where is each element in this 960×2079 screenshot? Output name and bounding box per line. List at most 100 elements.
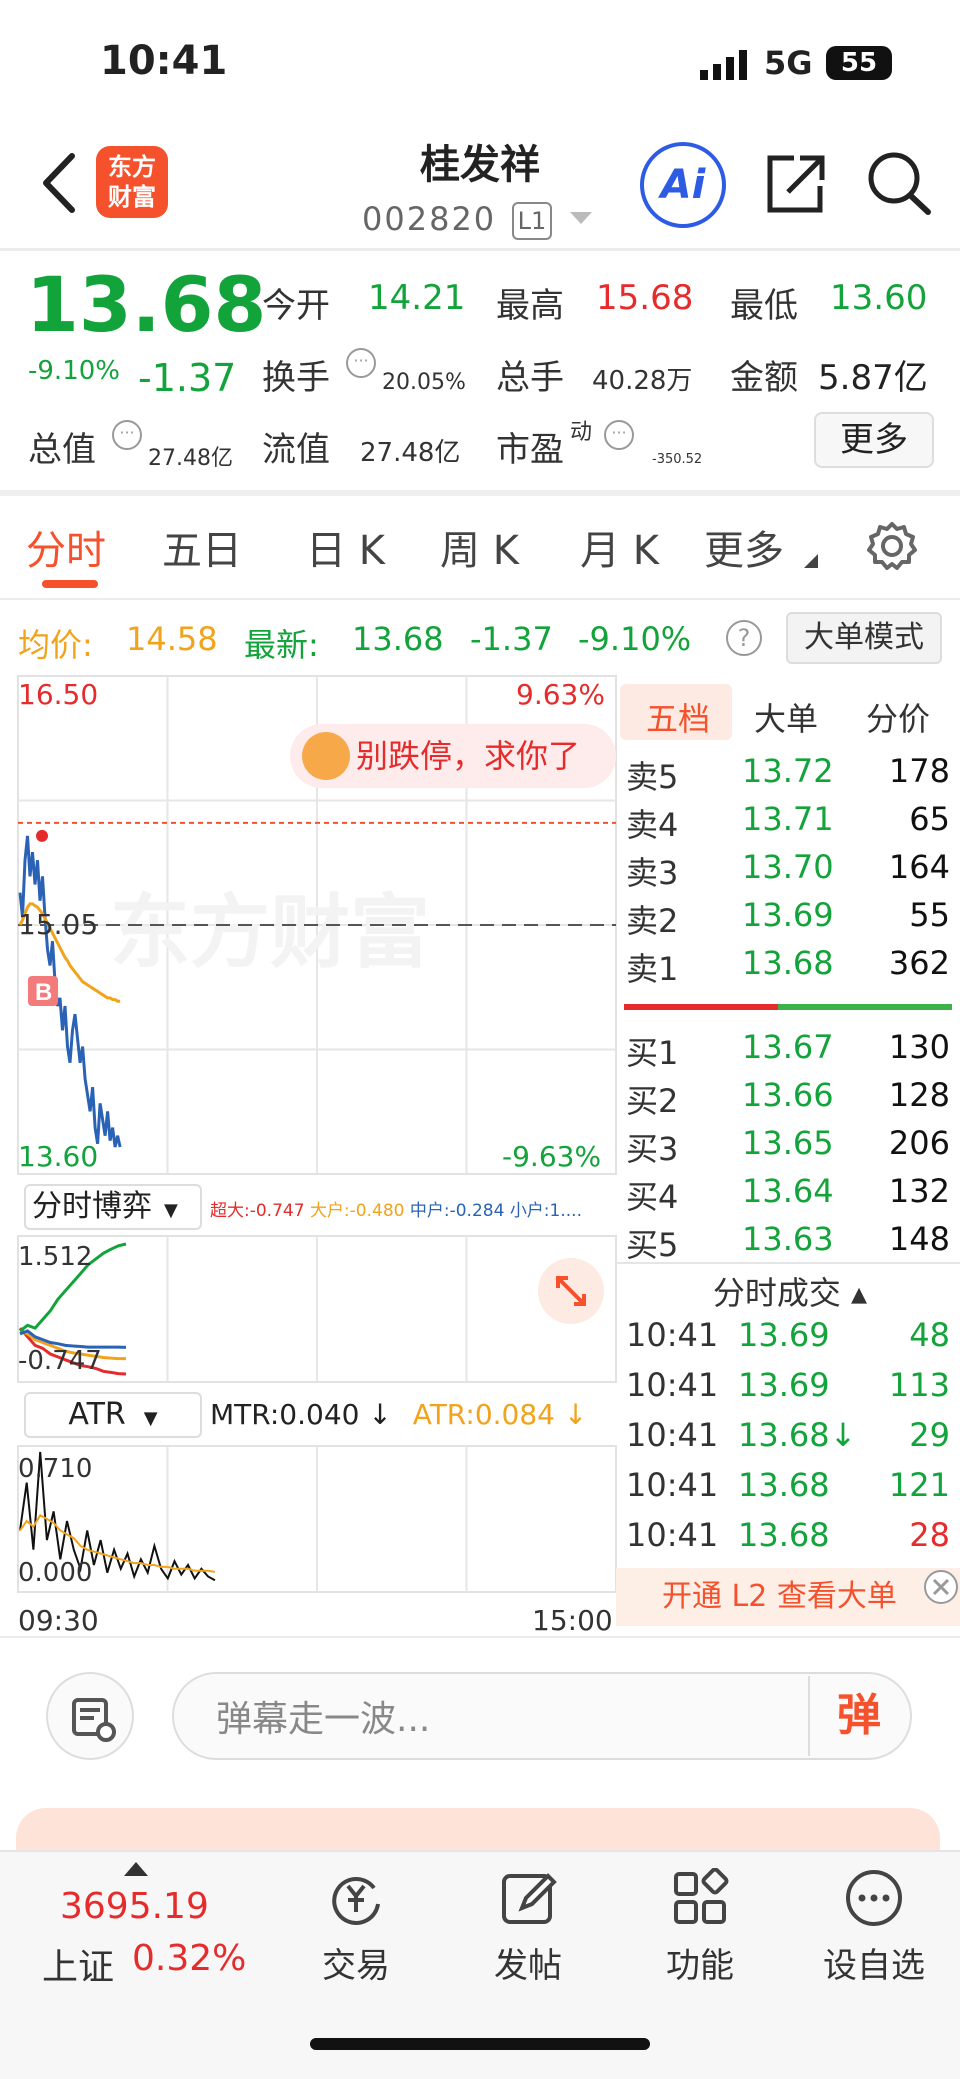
tab-big-orders[interactable]: 大单 bbox=[754, 694, 818, 740]
ask-volume: 65 bbox=[909, 800, 950, 838]
nav-apps[interactable]: 功能 bbox=[640, 1867, 760, 1987]
bid-row[interactable]: 买3 13.65 206 bbox=[624, 1124, 954, 1172]
tick-row: 10:41 13.68↓ 29 bbox=[624, 1416, 954, 1466]
tab-five-levels[interactable]: 五档 bbox=[646, 694, 710, 740]
ask-price: 13.69 bbox=[742, 896, 834, 934]
bid-label: 买2 bbox=[626, 1082, 679, 1120]
tick-time: 10:41 bbox=[626, 1416, 719, 1454]
atr-dropdown[interactable]: ATR ▼ bbox=[24, 1392, 202, 1438]
share-icon[interactable] bbox=[764, 150, 828, 216]
close-icon[interactable] bbox=[924, 1570, 958, 1604]
gear-icon[interactable] bbox=[866, 520, 918, 572]
tab-more[interactable]: 更多 bbox=[704, 518, 784, 576]
tick-time: 10:41 bbox=[626, 1466, 719, 1504]
tick-price: 13.68 bbox=[738, 1466, 830, 1504]
ask-row[interactable]: 卖4 13.71 65 bbox=[624, 800, 954, 848]
bid-price: 13.66 bbox=[742, 1076, 834, 1114]
time-end: 15:00 bbox=[532, 1604, 613, 1637]
tick-row: 10:41 13.68 121 bbox=[624, 1466, 954, 1516]
home-indicator bbox=[310, 2038, 650, 2050]
tick-time: 10:41 bbox=[626, 1316, 719, 1354]
danmaku-settings-button[interactable] bbox=[46, 1672, 134, 1760]
bid-volume: 130 bbox=[888, 1028, 950, 1066]
tick-volume: 48 bbox=[909, 1316, 950, 1354]
ask-row[interactable]: 卖3 13.70 164 bbox=[624, 848, 954, 896]
time-start: 09:30 bbox=[18, 1604, 99, 1637]
tick-time: 10:41 bbox=[626, 1366, 719, 1404]
tick-volume: 121 bbox=[888, 1466, 950, 1504]
more-button[interactable]: 更多 bbox=[814, 412, 934, 468]
game-axis-max: 1.512 bbox=[18, 1242, 93, 1272]
expand-button[interactable] bbox=[538, 1258, 604, 1324]
tick-price: 13.69 bbox=[738, 1366, 830, 1404]
bid-row[interactable]: 买1 13.67 130 bbox=[624, 1028, 954, 1076]
ask-label: 卖1 bbox=[626, 950, 679, 988]
ai-button[interactable]: Ai bbox=[640, 142, 726, 228]
indicator-dropdown[interactable]: 分时博弈 ▼ bbox=[24, 1184, 202, 1230]
ask-price: 13.70 bbox=[742, 848, 834, 886]
tab-price-dist[interactable]: 分价 bbox=[866, 694, 930, 740]
apps-icon bbox=[674, 1867, 729, 1924]
indicator-values: 超大:-0.747 大户:-0.480 中户:-0.284 小户:1.... bbox=[210, 1201, 582, 1221]
nav-trade[interactable]: 交易 bbox=[296, 1868, 416, 1987]
ask-volume: 164 bbox=[888, 848, 950, 886]
bid-label: 买3 bbox=[626, 1130, 679, 1168]
low-label: 最低 bbox=[730, 286, 798, 326]
pe-value: -350.52 bbox=[652, 452, 703, 467]
ask-volume: 55 bbox=[909, 896, 950, 934]
price-axis-min: 13.60 bbox=[18, 1140, 99, 1173]
atr-axis-max: 0.710 bbox=[18, 1454, 93, 1484]
ask-volume: 362 bbox=[888, 944, 950, 982]
ask-price: 13.68 bbox=[742, 944, 834, 982]
battery-icon: 55 bbox=[826, 46, 892, 80]
bid-volume: 132 bbox=[888, 1172, 950, 1210]
ask-label: 卖2 bbox=[626, 902, 679, 940]
tick-volume: 113 bbox=[888, 1366, 950, 1404]
bid-label: 买1 bbox=[626, 1034, 679, 1072]
bid-row[interactable]: 买4 13.64 132 bbox=[624, 1172, 954, 1220]
danmaku-settings-icon bbox=[72, 1698, 116, 1742]
bid-volume: 148 bbox=[888, 1220, 950, 1258]
search-icon[interactable] bbox=[866, 148, 932, 216]
chevron-up-icon[interactable] bbox=[124, 1862, 148, 1876]
bid-price: 13.64 bbox=[742, 1172, 834, 1210]
index-value[interactable]: 3695.19 bbox=[60, 1886, 209, 1927]
tick-header[interactable]: 分时成交 ▴ bbox=[620, 1268, 960, 1314]
bid-row[interactable]: 买2 13.66 128 bbox=[624, 1076, 954, 1124]
index-percent[interactable]: 0.32% bbox=[132, 1938, 246, 1979]
help-icon[interactable]: ? bbox=[726, 620, 762, 656]
nav-post[interactable]: 发帖 bbox=[468, 1868, 588, 1987]
index-name[interactable]: 上证 bbox=[42, 1938, 114, 1990]
amount-label: 金额 bbox=[730, 358, 798, 398]
expand-icon bbox=[556, 1276, 586, 1306]
ask-price: 13.72 bbox=[742, 752, 834, 790]
ask-label: 卖5 bbox=[626, 758, 679, 796]
cow-mascot-icon bbox=[302, 732, 350, 780]
prev-close-label: 15.05 bbox=[18, 908, 99, 941]
tick-volume: 29 bbox=[909, 1416, 950, 1454]
tick-time: 10:41 bbox=[626, 1516, 719, 1554]
ask-row[interactable]: 卖5 13.72 178 bbox=[624, 752, 954, 800]
bid-price: 13.63 bbox=[742, 1220, 834, 1258]
more-icon bbox=[846, 1870, 902, 1926]
tick-row: 10:41 13.69 113 bbox=[624, 1366, 954, 1416]
bid-label: 买5 bbox=[626, 1226, 679, 1264]
pct-axis-max: 9.63% bbox=[516, 678, 605, 711]
ask-volume: 178 bbox=[888, 752, 950, 790]
big-order-mode-button[interactable]: 大单模式 bbox=[786, 612, 942, 664]
bid-volume: 128 bbox=[888, 1076, 950, 1114]
l2-banner[interactable]: 开通 L2 查看大单 bbox=[616, 1568, 960, 1626]
buy-marker-label: B bbox=[35, 979, 52, 1006]
bid-row[interactable]: 买5 13.63 148 bbox=[624, 1220, 954, 1268]
ratio-buy-bar bbox=[778, 1004, 952, 1010]
ask-row[interactable]: 卖2 13.69 55 bbox=[624, 896, 954, 944]
ask-row[interactable]: 卖1 13.68 362 bbox=[624, 944, 954, 992]
amount-value: 5.87亿 bbox=[818, 358, 928, 398]
danmaku-send-button[interactable]: 弹 bbox=[808, 1676, 908, 1756]
bid-label: 买4 bbox=[626, 1178, 679, 1216]
signal-icon bbox=[700, 50, 747, 80]
danmaku-placeholder: 弹幕走一波... bbox=[216, 1699, 431, 1740]
nav-add-watchlist[interactable]: 设自选 bbox=[814, 1868, 934, 1987]
bid-price: 13.67 bbox=[742, 1028, 834, 1066]
ask-price: 13.71 bbox=[742, 800, 834, 838]
